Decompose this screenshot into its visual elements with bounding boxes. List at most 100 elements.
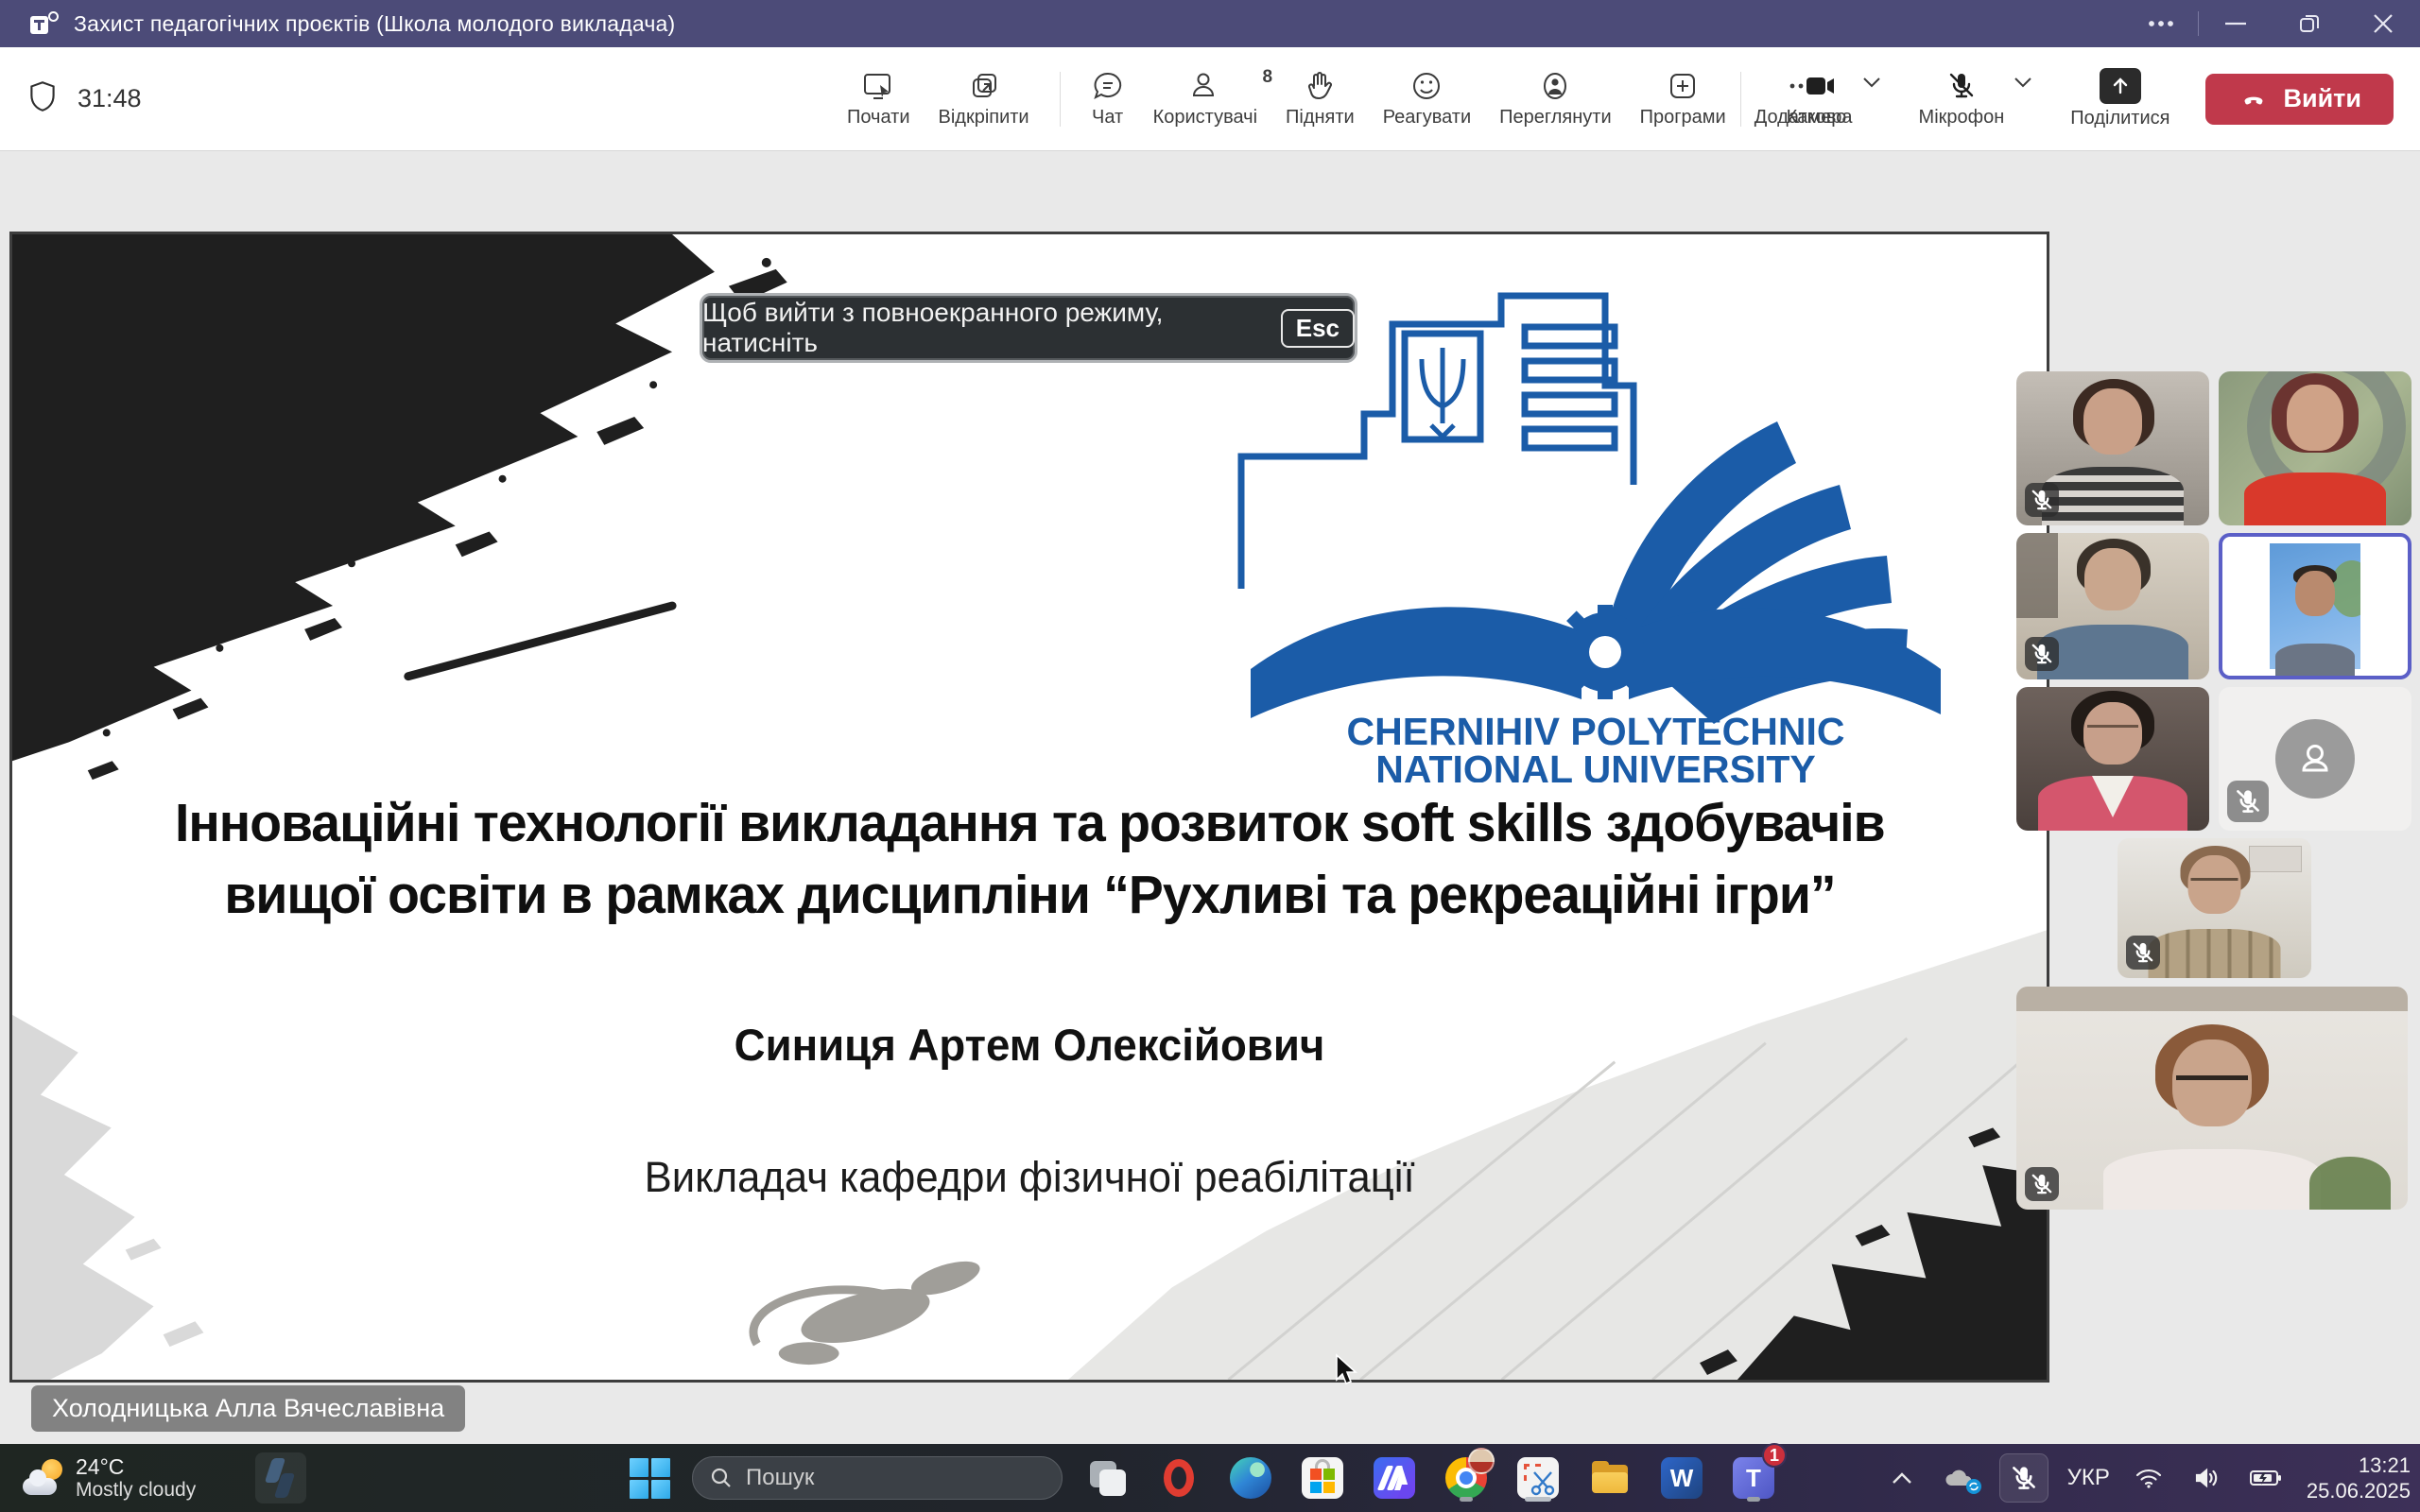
open-app-indicator [1747, 1497, 1760, 1502]
camera-chevron-icon[interactable] [1862, 77, 1881, 88]
slide-author: Синиця Артем Олексійович [12, 1019, 2047, 1071]
teams-taskbar-icon[interactable]: T 1 [1730, 1452, 1777, 1503]
close-icon[interactable] [2346, 0, 2420, 47]
tray-mic-muted-icon[interactable] [1999, 1453, 2048, 1503]
taskbar-clock[interactable]: 13:21 25.06.2025 [2307, 1452, 2411, 1504]
mic-muted-icon [2025, 483, 2059, 517]
share-label: Поділитися [2070, 108, 2169, 129]
search-icon [710, 1467, 733, 1489]
start-presenting-button[interactable]: Почати [839, 63, 918, 134]
share-button[interactable]: Поділитися [2063, 62, 2177, 135]
participant-video-tile-large[interactable] [2016, 987, 2408, 1210]
mic-muted-icon [2025, 1167, 2059, 1201]
unpin-button[interactable]: Відкріпити [931, 63, 1037, 134]
participant-video-tile-active-speaker[interactable] [2219, 533, 2411, 679]
microphone-button[interactable]: Мікрофон [1911, 63, 2013, 134]
minimize-icon[interactable] [2199, 0, 2273, 47]
shared-presentation-slide: Щоб вийти з повноекранного режиму, натис… [9, 232, 2049, 1383]
open-app-indicator [1460, 1497, 1473, 1502]
participant-video [2016, 687, 2209, 831]
edge-icon[interactable] [1227, 1452, 1274, 1503]
snipping-tool-icon[interactable] [1514, 1452, 1562, 1503]
chrome-profile-badge [1468, 1448, 1495, 1474]
camera-label: Камера [1787, 107, 1853, 129]
mic-muted-icon [2025, 637, 2059, 671]
react-button[interactable]: Реагувати [1375, 63, 1478, 134]
wifi-icon[interactable] [2129, 1461, 2169, 1495]
taskbar-app-icons: W T 1 [1083, 1452, 1777, 1503]
restore-icon[interactable] [2273, 0, 2346, 47]
camera-button[interactable]: Камера [1779, 63, 1860, 134]
react-label: Реагувати [1383, 107, 1471, 129]
raise-hand-button[interactable]: Підняти [1278, 63, 1362, 134]
toolbar-divider [1740, 72, 1741, 127]
share-icon [2100, 68, 2141, 104]
battery-icon[interactable] [2244, 1463, 2288, 1493]
participant-avatar-tile[interactable] [2219, 687, 2411, 831]
word-icon[interactable]: W [1658, 1452, 1705, 1503]
tray-date: 25.06.2025 [2307, 1478, 2411, 1504]
teams-notification-badge: 1 [1762, 1443, 1787, 1468]
window-controls [2124, 0, 2420, 47]
volume-icon[interactable] [2187, 1461, 2225, 1495]
mic-muted-icon [2227, 781, 2269, 822]
onedrive-icon[interactable] [1937, 1461, 1980, 1495]
chrome-icon[interactable] [1443, 1452, 1490, 1503]
logo-text-line2: NATIONAL UNIVERSITY [1375, 747, 1815, 782]
start-label: Почати [847, 107, 910, 129]
teams-app-icon [30, 9, 59, 38]
meeting-stage: Щоб вийти з повноекранного режиму, натис… [0, 151, 2420, 1444]
apps-button[interactable]: Програми [1633, 63, 1734, 134]
taskbar-app-icon[interactable] [255, 1452, 306, 1503]
taskbar-search[interactable] [692, 1456, 1063, 1500]
participant-video-tile[interactable] [2219, 371, 2411, 525]
participant-video-tile[interactable] [2016, 371, 2209, 525]
mic-chevron-icon[interactable] [2014, 77, 2032, 88]
opera-icon[interactable] [1155, 1452, 1202, 1503]
slide-title-line2: вищої освіти в рамках дисципліни “Рухлив… [224, 859, 1835, 931]
weather-widget[interactable]: 24°C Mostly cloudy [13, 1444, 205, 1512]
ila-app-icon[interactable] [1371, 1452, 1418, 1503]
start-button[interactable] [626, 1452, 673, 1503]
toolbar-center-group: Почати Відкріпити Чат 8 Користувачі [839, 47, 1854, 150]
chat-label: Чат [1092, 107, 1123, 129]
participant-video-tile[interactable] [2016, 533, 2209, 679]
meeting-info: 31:48 [25, 47, 142, 150]
view-label: Переглянути [1499, 107, 1611, 129]
leave-button[interactable]: Вийти [2205, 74, 2394, 125]
logo-gear [1556, 605, 1654, 699]
participant-video [2016, 987, 2408, 1210]
view-button[interactable]: Переглянути [1492, 63, 1618, 134]
chat-button[interactable]: Чат [1083, 63, 1132, 134]
weather-condition: Mostly cloudy [76, 1479, 196, 1502]
tray-chevron-up-icon[interactable] [1886, 1466, 1918, 1490]
task-view-icon[interactable] [1083, 1452, 1131, 1503]
focused-app-indicator [1525, 1497, 1551, 1502]
window-more-icon[interactable] [2124, 0, 2198, 47]
microsoft-store-icon[interactable] [1299, 1452, 1346, 1503]
file-explorer-icon[interactable] [1586, 1452, 1634, 1503]
search-input[interactable] [746, 1465, 1011, 1491]
language-indicator[interactable]: УКР [2067, 1465, 2110, 1491]
toolbar-right-group: Камера Мікрофон Поділитися [1731, 47, 2394, 150]
hangup-icon [2238, 88, 2270, 111]
toolbar-divider [1060, 72, 1061, 127]
participant-video-tile[interactable] [2016, 687, 2209, 831]
window-title: Захист педагогічних проєктів (Школа моло… [74, 11, 675, 37]
participant-video-tile[interactable] [2118, 838, 2311, 978]
apps-label: Програми [1640, 107, 1726, 129]
mouse-cursor [1333, 1353, 1361, 1387]
leave-label: Вийти [2283, 84, 2361, 113]
scissors-icon [1529, 1469, 1557, 1497]
slide-title-line1: Інноваційні технології викладання та роз… [175, 787, 1885, 859]
window-titlebar: Захист педагогічних проєктів (Школа моло… [0, 0, 2420, 47]
people-button[interactable]: 8 Користувачі [1146, 63, 1265, 134]
raise-label: Підняти [1286, 107, 1355, 129]
toast-message: Щоб вийти з повноекранного режиму, натис… [702, 298, 1266, 358]
mic-label: Мікрофон [1919, 107, 2005, 129]
trident-icon [1422, 348, 1463, 437]
unpin-label: Відкріпити [939, 107, 1029, 129]
meeting-timer: 31:48 [78, 84, 142, 113]
avatar-placeholder-icon [2275, 719, 2355, 799]
windows-taskbar: 24°C Mostly cloudy [0, 1444, 2420, 1512]
